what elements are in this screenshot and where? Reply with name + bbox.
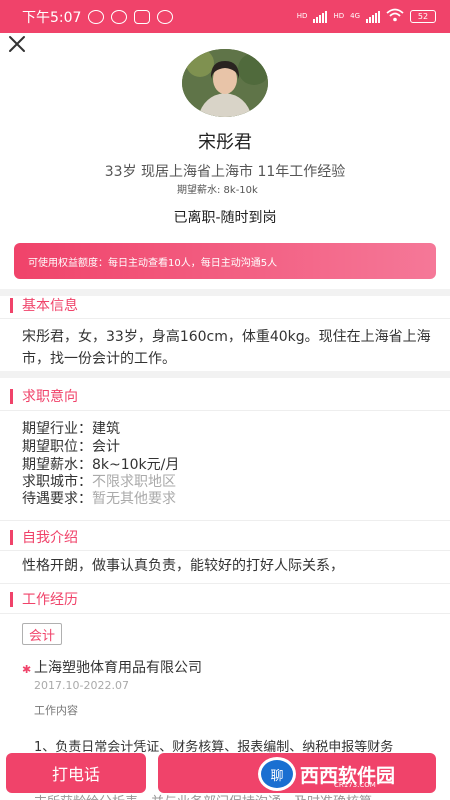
status-bar: 下午5:07 HD HD 4G 52	[0, 0, 450, 33]
wifi-icon	[386, 8, 404, 26]
expected-salary-summary: 期望薪水: 8k-10k	[177, 185, 258, 196]
divider	[0, 410, 450, 411]
intent-row-position: 期望职位：会计	[22, 436, 120, 456]
signal-icon-1	[313, 10, 328, 23]
network-type: 4G	[350, 12, 360, 20]
close-icon	[9, 36, 25, 52]
network-label-2: HD	[333, 12, 345, 20]
section-header-work-history: 工作经历	[0, 583, 450, 615]
company-name: 上海塑驰体育用品有限公司	[34, 660, 202, 676]
section-header-job-intent: 求职意向	[0, 380, 450, 412]
intent-label: 待遇要求：	[22, 491, 92, 507]
avatar	[182, 49, 268, 117]
section-title-basic-info: 基本信息	[22, 298, 78, 314]
section-marker	[10, 297, 13, 313]
status-bar-right: HD HD 4G 52	[297, 8, 436, 26]
section-title-self-intro: 自我介绍	[22, 530, 78, 546]
work-content-label: 工作内容	[34, 704, 78, 717]
watermark: 聊 西西软件园 CR173.COM	[258, 754, 432, 794]
job-tag: 会计	[22, 623, 63, 645]
section-header-basic-info: 基本信息	[0, 289, 450, 321]
do-not-disturb-icon	[88, 9, 105, 24]
intent-value: 会计	[92, 439, 120, 455]
intent-value: 建筑	[92, 421, 120, 437]
intent-label: 期望行业：	[22, 421, 92, 437]
intent-row-industry: 期望行业：建筑	[22, 418, 120, 438]
call-button-label: 打电话	[51, 765, 100, 784]
intent-row-benefits: 待遇要求：暂无其他要求	[22, 488, 176, 508]
section-title-work-history: 工作经历	[22, 592, 78, 608]
divider	[0, 550, 450, 551]
watermark-domain: CR173.COM	[334, 781, 376, 789]
candidate-summary: 33岁 现居上海省上海市 11年工作经验	[104, 164, 346, 180]
intent-label: 期望职位：	[22, 439, 92, 455]
job-status: 已离职-随时到岗	[173, 210, 277, 226]
call-button[interactable]: 打电话	[6, 753, 146, 793]
section-marker	[10, 529, 13, 545]
company-bullet-icon: ✱	[22, 663, 32, 676]
divider	[0, 318, 450, 319]
work-period: 2017.10-2022.07	[34, 679, 129, 692]
section-divider	[0, 371, 450, 378]
basic-info-text: 宋彤君，女，33岁，身高160cm，体重40kg。现住在上海省上海市，找一份会计…	[22, 329, 431, 367]
section-marker	[10, 388, 13, 404]
section-marker	[10, 591, 13, 607]
watermark-logo-icon: 聊	[258, 757, 296, 791]
candidate-name: 宋彤君	[198, 132, 252, 153]
section-title-job-intent: 求职意向	[22, 389, 78, 405]
status-time: 下午5:07	[22, 9, 82, 26]
message-icon	[157, 9, 174, 24]
network-label-1: HD	[296, 12, 308, 20]
alarm-icon	[111, 9, 128, 24]
status-bar-left: 下午5:07	[22, 7, 174, 27]
section-header-self-intro: 自我介绍	[0, 521, 450, 553]
battery-icon: 52	[410, 10, 436, 23]
quota-banner-text: 可使用权益额度：每日主动查看10人，每日主动沟通5人	[28, 257, 278, 269]
close-button[interactable]	[6, 33, 28, 55]
divider	[0, 613, 450, 614]
wechat-icon	[134, 9, 151, 24]
watermark-logo-text: 聊	[270, 768, 284, 784]
quota-banner: 可使用权益额度：每日主动查看10人，每日主动沟通5人	[14, 243, 436, 279]
self-intro-text: 性格开朗，做事认真负责，能较好的打好人际关系，	[22, 558, 344, 574]
signal-icon-2	[366, 10, 380, 23]
intent-value: 暂无其他要求	[92, 491, 176, 507]
